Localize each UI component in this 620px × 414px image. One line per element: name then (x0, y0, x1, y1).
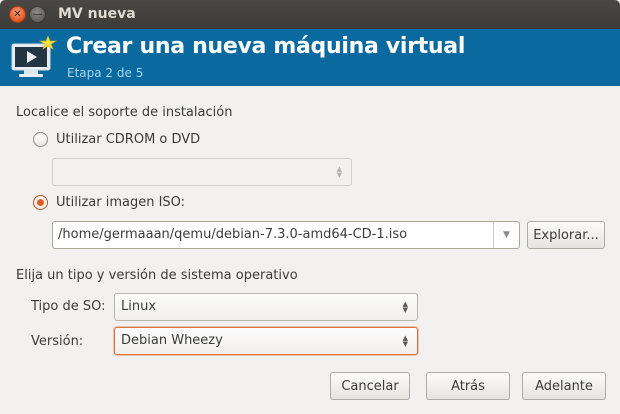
new-vm-icon (11, 35, 57, 77)
install-media-heading: Localice el soporte de instalación (16, 105, 233, 120)
cdrom-radio[interactable] (33, 132, 48, 147)
iso-path-combo[interactable]: ▼ (52, 221, 520, 249)
cdrom-radio-label: Utilizar CDROM o DVD (56, 132, 201, 147)
browse-button[interactable]: Explorar... (527, 221, 605, 249)
page-title: Crear una nueva máquina virtual (66, 34, 466, 59)
forward-button[interactable]: Adelante (522, 372, 606, 400)
os-type-value: Linux (121, 299, 157, 314)
os-type-select[interactable]: Linux ▲ ▼ (114, 293, 418, 321)
cdrom-select[interactable]: ▲ ▼ (52, 158, 352, 186)
title-bar: ✕ — MV nueva (0, 0, 620, 29)
minimize-icon[interactable]: — (29, 6, 46, 23)
spin-arrows-icon: ▲ ▼ (336, 165, 342, 179)
header-banner: Crear una nueva máquina virtual Etapa 2 … (0, 29, 620, 86)
iso-radio-option[interactable]: Utilizar imagen ISO: (33, 195, 185, 210)
os-version-label: Versión: (31, 334, 84, 349)
cancel-button[interactable]: Cancelar (330, 372, 410, 400)
iso-radio[interactable] (33, 195, 48, 210)
dropdown-arrow-icon[interactable]: ▼ (493, 222, 519, 248)
os-version-select[interactable]: Debian Wheezy ▲ ▼ (114, 327, 418, 355)
spin-arrows-icon: ▲ ▼ (402, 334, 408, 348)
iso-radio-label: Utilizar imagen ISO: (56, 195, 186, 210)
spin-arrows-icon: ▲ ▼ (402, 300, 408, 314)
step-indicator: Etapa 2 de 5 (67, 66, 144, 80)
window-title: MV nueva (58, 6, 136, 22)
iso-path-input[interactable] (58, 227, 488, 242)
os-version-value: Debian Wheezy (121, 333, 223, 348)
back-button[interactable]: Atrás (426, 372, 510, 400)
close-icon[interactable]: ✕ (9, 6, 26, 23)
os-type-label: Tipo de SO: (31, 299, 106, 314)
cdrom-radio-option[interactable]: Utilizar CDROM o DVD (33, 132, 200, 147)
os-type-heading: Elija un tipo y versión de sistema opera… (16, 268, 298, 283)
